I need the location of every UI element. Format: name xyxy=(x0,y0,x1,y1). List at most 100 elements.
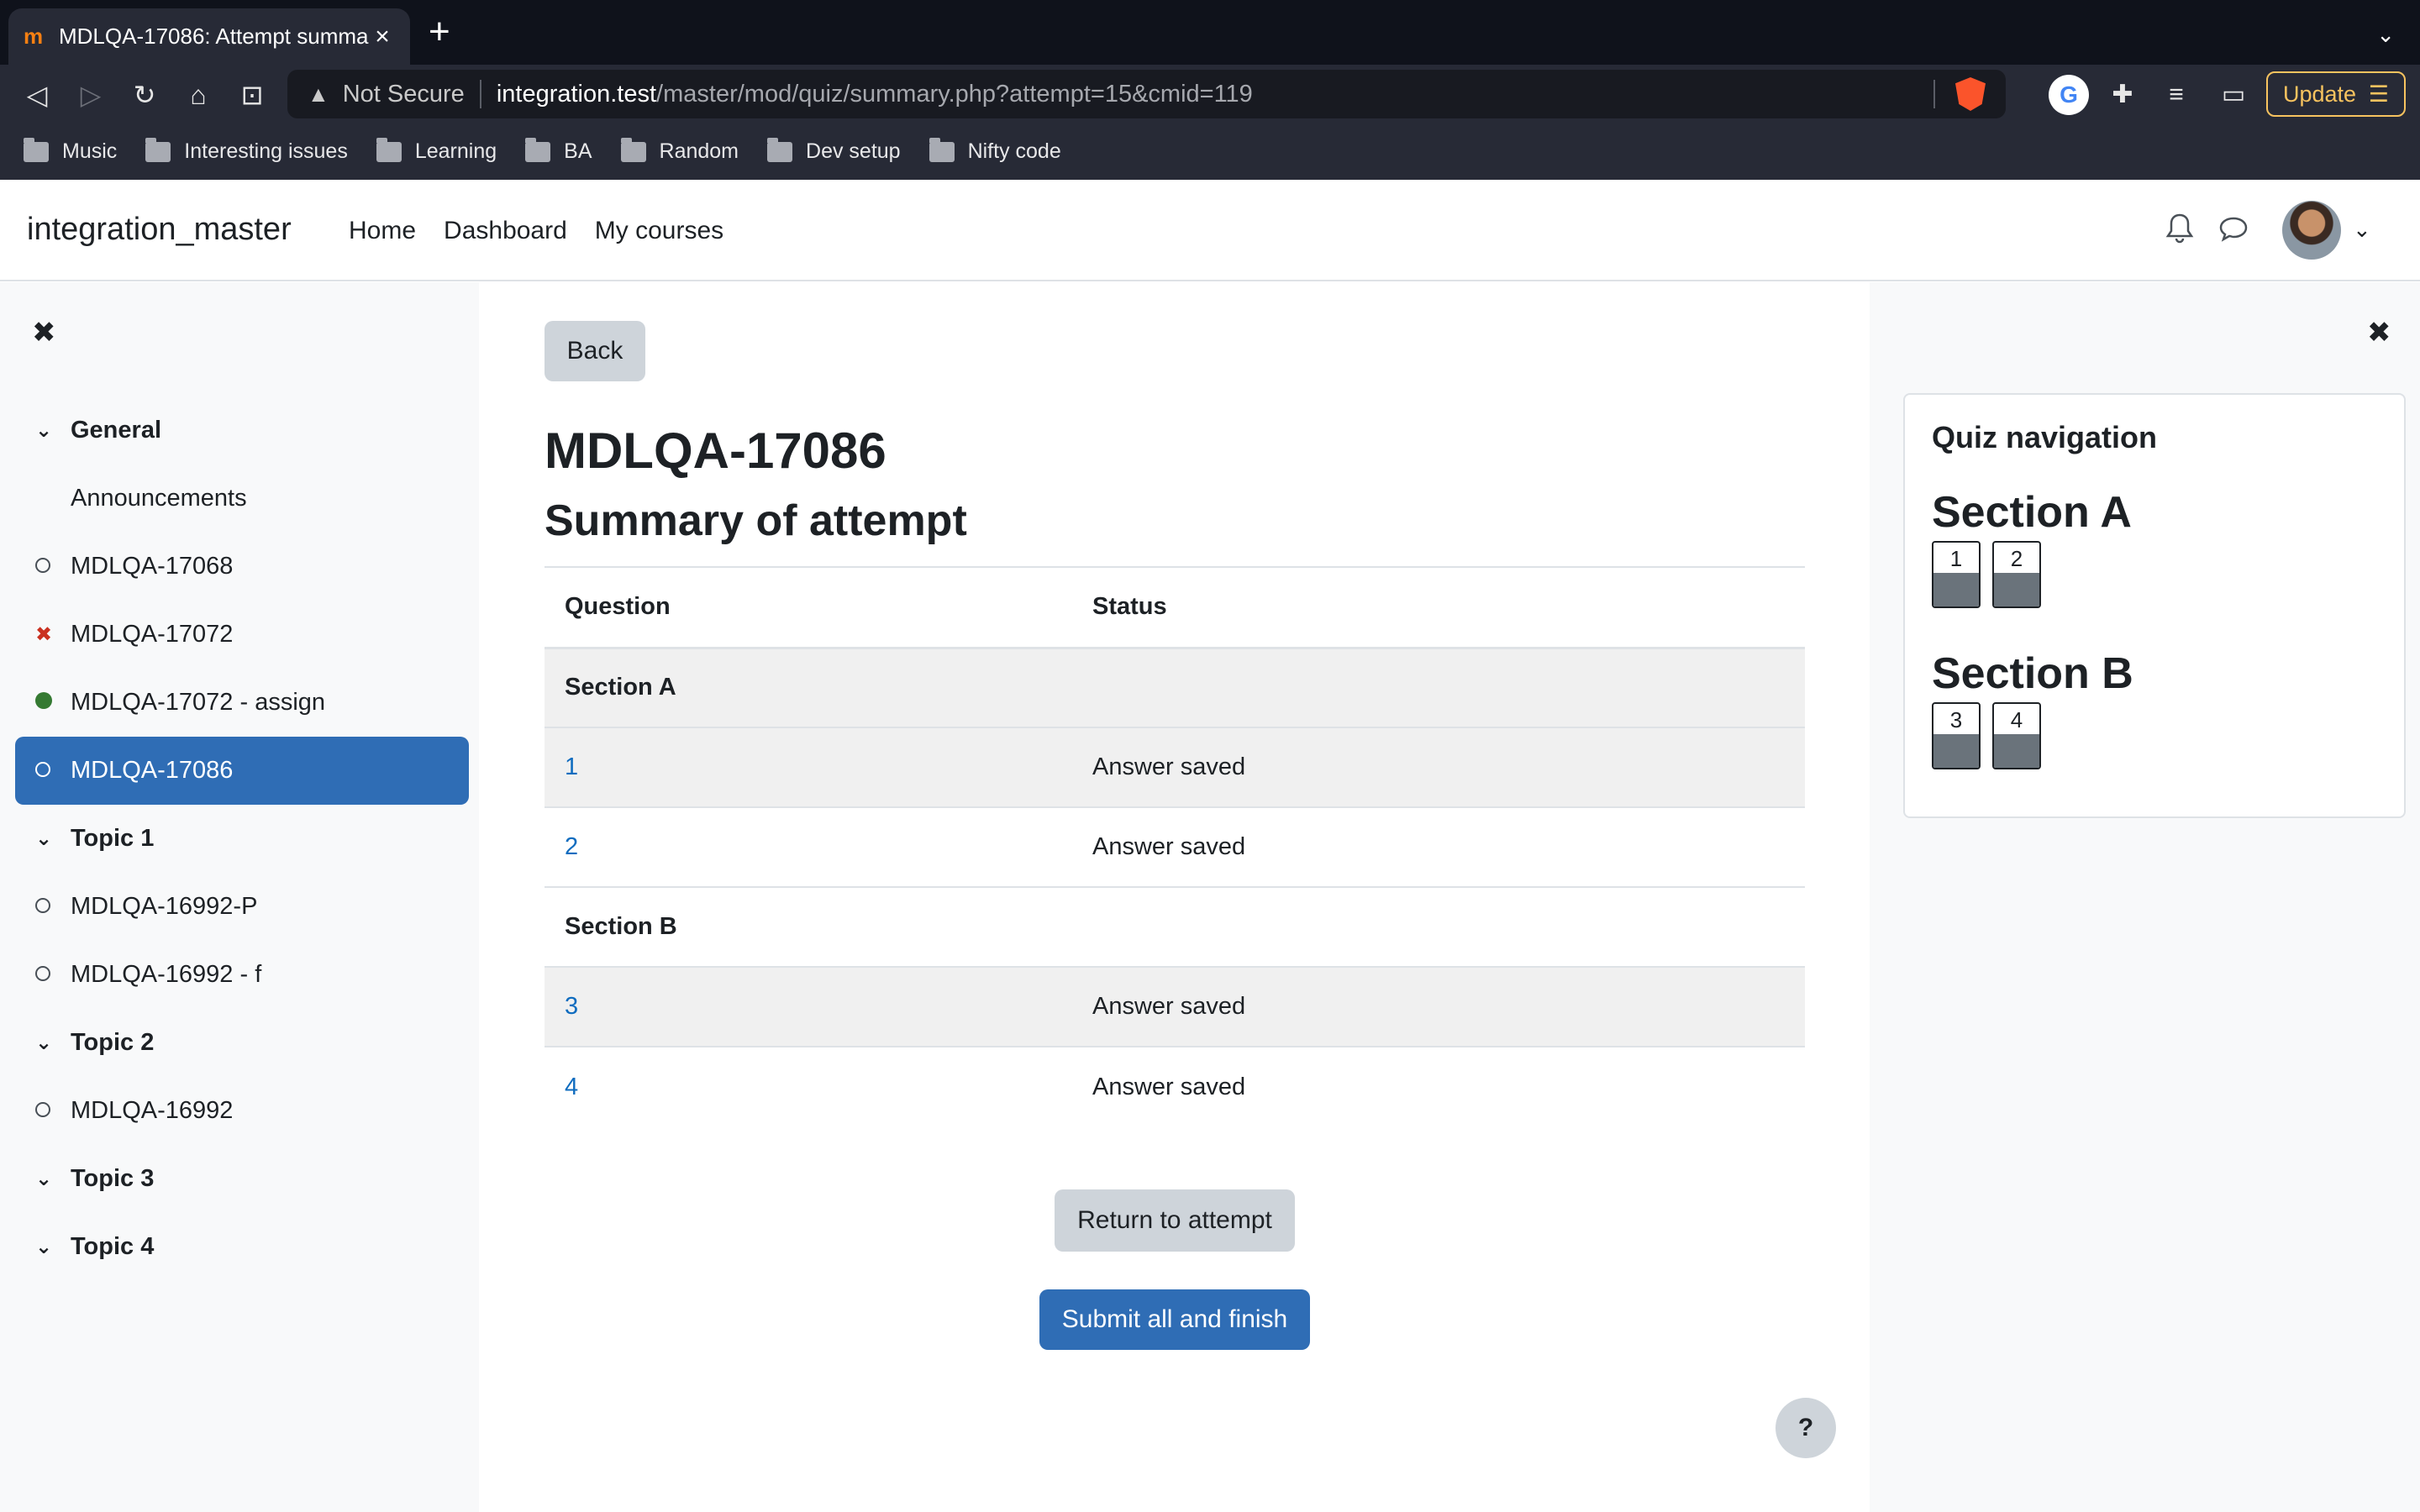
bookmark-icon[interactable]: ⊡ xyxy=(234,76,271,113)
bookmark-folder[interactable]: Learning xyxy=(376,137,497,164)
question-link[interactable]: 1 xyxy=(565,753,578,780)
bookmark-folder[interactable]: Nifty code xyxy=(929,137,1061,164)
course-index-drawer: ✖ ⌄ General Announcements MDLQA-17068 ✖ MDLQA… xyxy=(0,282,479,1512)
incomplete-circle-icon xyxy=(35,897,50,913)
quiz-nav-question-button[interactable]: 4 xyxy=(1992,702,2041,769)
playlist-icon[interactable]: ≡ xyxy=(2156,75,2196,115)
nav-link-home[interactable]: Home xyxy=(349,217,416,245)
reload-icon[interactable]: ↻ xyxy=(126,76,163,113)
home-icon[interactable]: ⌂ xyxy=(180,76,217,113)
user-menu-chevron-down-icon[interactable]: ⌄ xyxy=(2353,217,2371,243)
folder-icon xyxy=(767,137,793,162)
forward-arrow-icon[interactable]: ▷ xyxy=(72,76,109,113)
quiz-nav-question-button[interactable]: 3 xyxy=(1932,702,1981,769)
course-index-section[interactable]: ⌄ Topic 3 xyxy=(15,1145,469,1213)
table-row: 1 Answer saved xyxy=(544,727,1805,808)
quiz-nav-buttons: 3 4 xyxy=(1932,702,2053,769)
folder-icon xyxy=(145,137,171,162)
course-index-activity[interactable]: MDLQA-16992-P xyxy=(15,873,469,941)
question-number-cell: 3 xyxy=(544,967,1072,1047)
return-to-attempt-button[interactable]: Return to attempt xyxy=(1055,1189,1295,1252)
tab-close-icon[interactable]: × xyxy=(370,23,395,51)
chevron-down-icon[interactable]: ⌄ xyxy=(15,827,71,851)
url-host: integration.test xyxy=(496,80,657,108)
page-title: MDLQA-17086 xyxy=(544,423,886,479)
google-translate-icon[interactable]: G xyxy=(2049,75,2089,115)
chevron-down-icon[interactable]: ⌄ xyxy=(15,1235,71,1259)
quiz-nav-buttons: 1 2 xyxy=(1932,541,2053,608)
section-heading-cell: Section A xyxy=(544,648,1805,728)
submit-all-and-finish-button[interactable]: Submit all and finish xyxy=(1039,1289,1310,1350)
nav-link-dashboard[interactable]: Dashboard xyxy=(444,217,567,245)
bookmark-folder[interactable]: Random xyxy=(620,137,739,164)
chevron-down-icon[interactable]: ⌄ xyxy=(15,1031,71,1055)
site-navbar: integration_master Home Dashboard My cou… xyxy=(0,180,2420,281)
bookmark-folder[interactable]: Dev setup xyxy=(767,137,901,164)
back-button[interactable]: Back xyxy=(544,321,645,381)
bookmark-label: BA xyxy=(564,139,592,163)
course-index-label: MDLQA-17068 xyxy=(71,553,234,580)
course-index-section[interactable]: ⌄ General xyxy=(15,396,469,465)
address-bar[interactable]: ▲ Not Secure integration.test /master/mo… xyxy=(287,70,2006,118)
course-index-section[interactable]: ⌄ Topic 2 xyxy=(15,1009,469,1077)
bookmark-label: Dev setup xyxy=(806,139,901,163)
course-index-activity[interactable]: Announcements xyxy=(15,465,469,533)
question-link[interactable]: 2 xyxy=(565,833,578,860)
new-tab-button[interactable]: + xyxy=(429,13,450,50)
url-divider xyxy=(1933,80,1935,108)
section-heading-cell: Section B xyxy=(544,887,1805,968)
course-index-activity[interactable]: MDLQA-16992 xyxy=(15,1077,469,1145)
bookmark-folder[interactable]: Music xyxy=(24,137,117,164)
table-row-section: Section A xyxy=(544,648,1805,728)
course-index-activity[interactable]: MDLQA-17086 xyxy=(15,737,469,805)
answered-indicator xyxy=(1994,734,2039,768)
bookmark-label: Interesting issues xyxy=(184,139,348,163)
course-index-activity[interactable]: MDLQA-16992 - f xyxy=(15,941,469,1009)
question-link[interactable]: 4 xyxy=(565,1074,578,1100)
moodle-favicon-icon: m xyxy=(24,24,44,49)
update-button[interactable]: Update ☰ xyxy=(2266,71,2406,117)
bookmark-folder[interactable]: BA xyxy=(525,137,592,164)
close-course-index-icon[interactable]: ✖ xyxy=(32,316,56,349)
browser-toolbar: ◁ ▷ ↻ ⌂ ⊡ ▲ Not Secure integration.test … xyxy=(0,65,2420,123)
browser-tab-active[interactable]: m MDLQA-17086: Attempt summa × xyxy=(8,8,410,65)
course-index-label: MDLQA-16992 xyxy=(71,1097,234,1124)
bookmark-label: Nifty code xyxy=(967,139,1061,163)
chevron-down-icon[interactable]: ⌄ xyxy=(15,1167,71,1191)
tab-list-chevron-icon[interactable]: ⌄ xyxy=(2376,22,2395,48)
bookmark-folder[interactable]: Interesting issues xyxy=(145,137,348,164)
folder-icon xyxy=(525,137,551,162)
wallet-icon[interactable]: ▭ xyxy=(2213,75,2254,115)
close-quiz-navigation-icon[interactable]: ✖ xyxy=(2367,316,2391,349)
course-index-section[interactable]: ⌄ Topic 1 xyxy=(15,805,469,873)
chevron-down-icon[interactable]: ⌄ xyxy=(15,418,71,443)
incomplete-circle-icon xyxy=(35,761,50,777)
folder-icon xyxy=(620,137,646,162)
site-brand[interactable]: integration_master xyxy=(27,212,292,248)
course-index-activity[interactable]: MDLQA-17072 - assign xyxy=(15,669,469,737)
notification-bell-icon[interactable] xyxy=(2161,212,2198,249)
completion-marker: ✖ xyxy=(15,622,71,647)
not-secure-label[interactable]: Not Secure xyxy=(343,81,465,108)
back-arrow-icon[interactable]: ◁ xyxy=(18,76,55,113)
extensions-puzzle-icon[interactable]: ✚ xyxy=(2102,75,2143,115)
nav-link-my-courses[interactable]: My courses xyxy=(595,217,723,245)
course-index-activity[interactable]: MDLQA-17068 xyxy=(15,533,469,601)
question-status-cell: Answer saved xyxy=(1092,1073,1246,1100)
update-label: Update xyxy=(2283,81,2357,107)
brave-shield-icon[interactable] xyxy=(1955,77,1986,111)
quiz-navigation-drawer: ✖ Quiz navigation Section A 1 2 Section … xyxy=(1870,282,2420,1512)
messages-chat-icon[interactable] xyxy=(2215,212,2252,249)
tab-title: MDLQA-17086: Attempt summa xyxy=(59,24,369,49)
course-index-list: ⌄ General Announcements MDLQA-17068 ✖ MDLQA-1… xyxy=(15,396,469,1281)
quiz-nav-question-button[interactable]: 1 xyxy=(1932,541,1981,608)
quiz-nav-question-button[interactable]: 2 xyxy=(1992,541,2041,608)
help-button[interactable]: ? xyxy=(1776,1398,1836,1458)
user-avatar[interactable] xyxy=(2282,201,2341,260)
table-row: 3 Answer saved xyxy=(544,967,1805,1047)
primary-navigation: Home Dashboard My courses xyxy=(349,217,751,245)
course-index-section[interactable]: ⌄ Topic 4 xyxy=(15,1213,469,1281)
question-status-cell: Answer saved xyxy=(1072,727,1805,808)
question-link[interactable]: 3 xyxy=(565,993,578,1020)
course-index-activity[interactable]: ✖ MDLQA-17072 xyxy=(15,601,469,669)
